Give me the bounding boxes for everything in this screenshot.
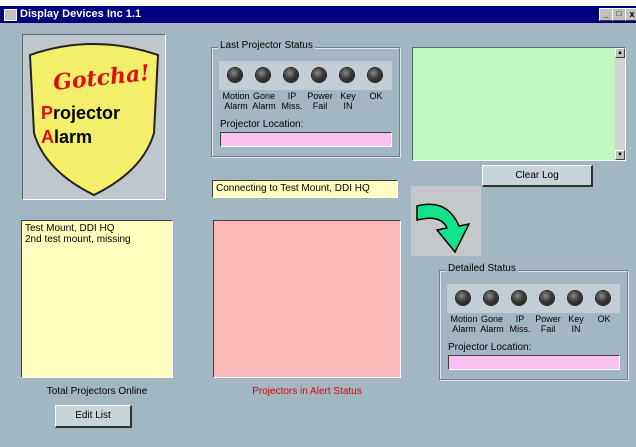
status-led-icon: [540, 291, 554, 305]
scroll-up-icon[interactable]: ▲: [615, 48, 625, 58]
alert-status-caption: Projectors in Alert Status: [252, 386, 362, 397]
status-led-icon: [568, 291, 582, 305]
logo-alarm-rest: larm: [54, 127, 93, 147]
last-status-labels: Motion Alarm Gone Alarm IP Miss. Power Fail Key I…: [219, 91, 392, 113]
scroll-down-icon[interactable]: ▼: [615, 150, 625, 160]
clear-log-button[interactable]: Clear Log: [482, 165, 593, 187]
indicator-label-line2: IN: [571, 324, 581, 334]
logo-panel: Gotcha! Projector Alarm: [22, 34, 166, 200]
total-online-caption: Total Projectors Online: [46, 386, 148, 397]
status-led-icon: [484, 291, 498, 305]
alert-list[interactable]: [213, 220, 401, 378]
title-bar[interactable]: Display Devices Inc 1.1 _ □ x: [0, 6, 636, 23]
last-location-label: Projector Location:: [220, 119, 304, 130]
status-led-icon: [596, 291, 610, 305]
detailed-location-field: [448, 355, 620, 370]
status-led-icon: [228, 68, 242, 82]
detailed-status-legend: Detailed Status: [446, 263, 518, 274]
logo-projector-rest: rojector: [53, 103, 121, 123]
indicator-label-line1: OK: [369, 91, 383, 101]
arrow-panel: [411, 186, 481, 256]
indicator-label: OK: [587, 314, 621, 324]
detailed-status-labels: Motion Alarm Gone Alarm IP Miss. Power Fail Key I…: [447, 314, 620, 336]
edit-list-button[interactable]: Edit List: [55, 405, 132, 428]
log-scrollbar[interactable]: ▲ ▼: [615, 48, 625, 160]
main-window: Display Devices Inc 1.1 _ □ x Gotcha! Pr…: [0, 6, 636, 447]
curved-arrow-icon: [416, 203, 471, 254]
indicator-label-line2: IN: [343, 101, 353, 111]
close-button[interactable]: x: [625, 8, 636, 21]
detailed-status-frame: Detailed Status Motion Alarm Gone Alarm IP Mi…: [439, 263, 628, 380]
logo-alarm: Alarm: [41, 127, 92, 148]
detailed-location-label: Projector Location:: [448, 342, 532, 353]
list-item[interactable]: 2nd test mount, missing: [25, 234, 169, 245]
last-status-indicators: [219, 61, 392, 90]
status-led-icon: [256, 68, 270, 82]
indicator-label: OK: [359, 91, 393, 101]
last-status-legend: Last Projector Status: [218, 40, 315, 51]
app-icon[interactable]: [4, 9, 17, 21]
logo-projector: Projector: [41, 103, 120, 124]
status-led-icon: [368, 68, 382, 82]
status-led-icon: [512, 291, 526, 305]
window-title: Display Devices Inc 1.1: [20, 8, 142, 20]
logo-projector-initial: P: [41, 103, 54, 123]
last-location-field: [220, 132, 392, 147]
last-status-frame: Last Projector Status Motion Alarm Gone Ala…: [211, 40, 400, 157]
event-log[interactable]: ▲ ▼: [412, 47, 626, 161]
minimize-button[interactable]: _: [599, 8, 613, 21]
status-led-icon: [312, 68, 326, 82]
status-led-icon: [340, 68, 354, 82]
list-item[interactable]: Test Mount, DDI HQ: [25, 223, 169, 234]
connection-status-field: Connecting to Test Mount, DDI HQ: [212, 180, 398, 198]
indicator-label-line1: OK: [597, 314, 611, 324]
projector-list[interactable]: Test Mount, DDI HQ 2nd test mount, missi…: [21, 220, 173, 378]
detailed-status-indicators: [447, 284, 620, 313]
status-led-icon: [284, 68, 298, 82]
status-led-icon: [456, 291, 470, 305]
maximize-button[interactable]: □: [612, 8, 626, 21]
logo-alarm-initial: A: [41, 127, 54, 147]
